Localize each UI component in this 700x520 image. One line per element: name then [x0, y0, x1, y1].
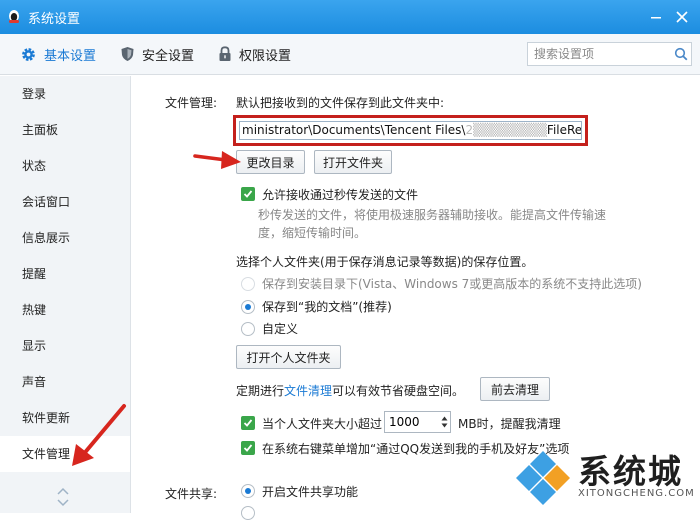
chevron-up-icon[interactable] [57, 487, 69, 495]
search-input[interactable] [534, 47, 672, 61]
sidebar-item-sound[interactable]: 声音 [0, 364, 130, 400]
allow-seconds-checkbox[interactable] [241, 187, 255, 201]
radio-custom-label: 自定义 [262, 322, 299, 336]
lock-icon [219, 46, 231, 61]
title-bar: 系统设置 [0, 0, 700, 34]
file-cleanup-link[interactable]: 文件清理 [284, 384, 332, 398]
change-directory-button[interactable]: 更改目录 [236, 150, 305, 174]
section-label-file-management: 文件管理: [165, 96, 218, 110]
checkmark-icon [243, 190, 253, 198]
app-logo-icon [9, 10, 19, 23]
open-folder-button[interactable]: 打开文件夹 [314, 150, 392, 174]
save-location-desc: 默认把接收到的文件保存到此文件夹中: [236, 96, 445, 110]
tab-permission-settings[interactable]: 权限设置 [206, 34, 303, 75]
tab-security-settings[interactable]: 安全设置 [108, 34, 206, 75]
radio-my-documents[interactable] [241, 300, 255, 314]
cleanup-prefix: 定期进行 [236, 384, 285, 398]
tab-label: 权限设置 [239, 48, 292, 64]
annotation-arrow-sidebar [72, 404, 126, 466]
size-limit-input[interactable] [389, 415, 439, 429]
open-personal-folder-button[interactable]: 打开个人文件夹 [236, 345, 341, 369]
stepper-down-icon[interactable] [441, 423, 448, 428]
allow-seconds-label: 允许接收通过秒传发送的文件 [262, 188, 419, 202]
sidebar-item-chat-window[interactable]: 会话窗口 [0, 184, 130, 220]
close-icon[interactable] [676, 11, 688, 23]
shield-icon [121, 47, 134, 61]
save-path-highlight: ministrator\Documents\Tencent Files\2▒▒▒… [233, 115, 588, 146]
tab-label: 安全设置 [142, 48, 195, 64]
watermark-url: XITONGCHENG.COM [578, 488, 695, 499]
allow-seconds-desc-line1: 秒传发送的文件，将使用极速服务器辅助接收。能提高文件传输速 [258, 208, 607, 222]
search-icon[interactable] [674, 47, 688, 61]
sidebar-item-reminder[interactable]: 提醒 [0, 256, 130, 292]
tab-basic-settings[interactable]: 基本设置 [8, 34, 108, 75]
sidebar-item-display[interactable]: 显示 [0, 328, 130, 364]
radio-my-documents-label: 保存到“我的文档”(推荐) [262, 300, 392, 314]
size-reminder-prefix: 当个人文件夹大小超过 [262, 417, 383, 431]
size-reminder-suffix: MB时，提醒我清理 [458, 417, 561, 431]
radio-custom[interactable] [241, 322, 255, 336]
sidebar-item-login[interactable]: 登录 [0, 76, 130, 112]
chevron-down-icon[interactable] [57, 499, 69, 507]
watermark-logo-icon [516, 451, 570, 505]
checkmark-icon [243, 444, 253, 452]
context-menu-checkbox[interactable] [241, 441, 255, 455]
watermark-text: 系统城 [578, 452, 683, 491]
file-share-enable-label: 开启文件共享功能 [262, 485, 359, 499]
save-path-field[interactable]: ministrator\Documents\Tencent Files\2▒▒▒… [239, 121, 582, 140]
sidebar-item-hotkeys[interactable]: 热键 [0, 292, 130, 328]
radio-install-dir-label: 保存到安装目录下(Vista、Windows 7或更高版本的系统不支持此选项) [262, 277, 642, 291]
personal-folder-desc: 选择个人文件夹(用于保存消息记录等数据)的保存位置。 [236, 255, 534, 269]
path-obscured: 2 [465, 123, 474, 137]
size-limit-stepper[interactable] [384, 411, 451, 433]
file-share-enable-radio[interactable] [241, 484, 255, 498]
gear-icon [22, 47, 35, 61]
file-share-option-radio[interactable] [241, 506, 255, 520]
tab-label: 基本设置 [44, 48, 97, 64]
window-title: 系统设置 [28, 11, 81, 27]
watermark: 系统城 XITONGCHENG.COM [506, 445, 700, 513]
radio-install-dir[interactable] [241, 277, 255, 291]
stepper-up-icon[interactable] [441, 416, 448, 421]
annotation-arrow-button [193, 151, 241, 169]
path-obscured-blur: ▒▒▒▒▒▒▒▒ [473, 123, 547, 137]
checkmark-icon [243, 419, 253, 427]
path-prefix: ministrator\Documents\Tencent Files\ [242, 123, 466, 137]
sidebar-item-info-display[interactable]: 信息展示 [0, 220, 130, 256]
search-box[interactable] [527, 42, 692, 66]
settings-tabs: 基本设置 安全设置 权限设置 [0, 34, 700, 75]
sidebar-item-main-panel[interactable]: 主面板 [0, 112, 130, 148]
path-suffix: FileRecv\ [546, 123, 582, 137]
go-cleanup-button[interactable]: 前去清理 [480, 377, 550, 401]
allow-seconds-desc-line2: 度，缩短传输时间。 [258, 226, 367, 240]
section-label-file-share: 文件共享: [165, 487, 218, 501]
minimize-icon[interactable] [650, 11, 662, 23]
sidebar-item-status[interactable]: 状态 [0, 148, 130, 184]
cleanup-suffix: 可以有效节省硬盘空间。 [332, 384, 465, 398]
stepper-arrows[interactable] [439, 412, 450, 432]
sidebar-scroll [57, 487, 69, 507]
size-reminder-checkbox[interactable] [241, 416, 255, 430]
cleanup-desc: 定期进行文件清理可以有效节省硬盘空间。 [236, 382, 464, 399]
